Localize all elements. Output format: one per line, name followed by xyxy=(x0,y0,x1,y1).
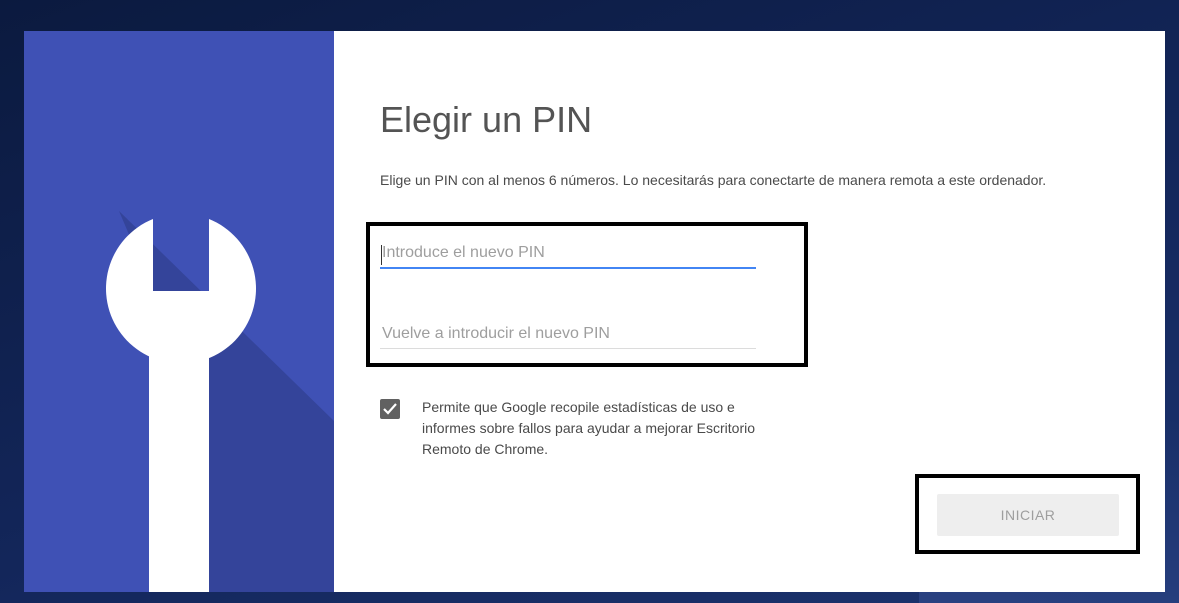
usage-stats-label: Permite que Google recopile estadísticas… xyxy=(422,399,756,457)
start-button[interactable]: INICIAR xyxy=(937,494,1119,536)
dialog-content: Elegir un PIN Elige un PIN con al menos … xyxy=(334,31,1165,592)
new-pin-input[interactable] xyxy=(380,239,756,269)
illustration-panel xyxy=(24,31,334,592)
usage-stats-checkbox[interactable] xyxy=(380,399,400,419)
checkmark-icon xyxy=(383,403,397,415)
wrench-icon xyxy=(106,211,334,592)
dialog-description: Elige un PIN con al menos 6 números. Lo … xyxy=(380,172,1047,188)
confirm-pin-input[interactable] xyxy=(380,319,756,349)
dialog-title: Elegir un PIN xyxy=(380,99,593,140)
text-cursor xyxy=(381,245,382,265)
pin-setup-dialog: Elegir un PIN Elige un PIN con al menos … xyxy=(24,31,1165,592)
